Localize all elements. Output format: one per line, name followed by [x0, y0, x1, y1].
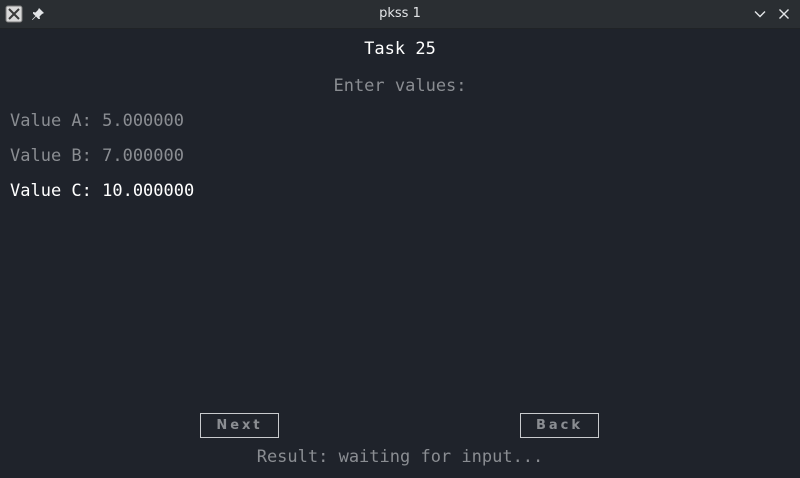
close-icon[interactable]: [776, 6, 792, 22]
main-content: Task 25 Enter values: Value A: 5.000000 …: [0, 29, 800, 478]
value-c-field[interactable]: Value C: 10.000000: [10, 181, 194, 201]
value-a-field[interactable]: Value A: 5.000000: [10, 111, 184, 131]
task-title: Task 25: [364, 39, 436, 59]
title-bar[interactable]: pkss 1: [0, 0, 800, 29]
value-b-field[interactable]: Value B: 7.000000: [10, 146, 184, 166]
chevron-down-icon[interactable]: [752, 6, 768, 22]
next-button[interactable]: Next: [200, 413, 279, 438]
window-title: pkss 1: [379, 6, 421, 21]
app-window: pkss 1 Task 25 Enter values: Value A: 5.…: [0, 0, 800, 478]
result-status: Result: waiting for input...: [256, 447, 544, 467]
back-button[interactable]: Back: [520, 413, 599, 438]
pin-icon[interactable]: [30, 6, 46, 22]
x-app-icon[interactable]: [5, 5, 23, 23]
enter-values-prompt: Enter values:: [333, 76, 467, 96]
